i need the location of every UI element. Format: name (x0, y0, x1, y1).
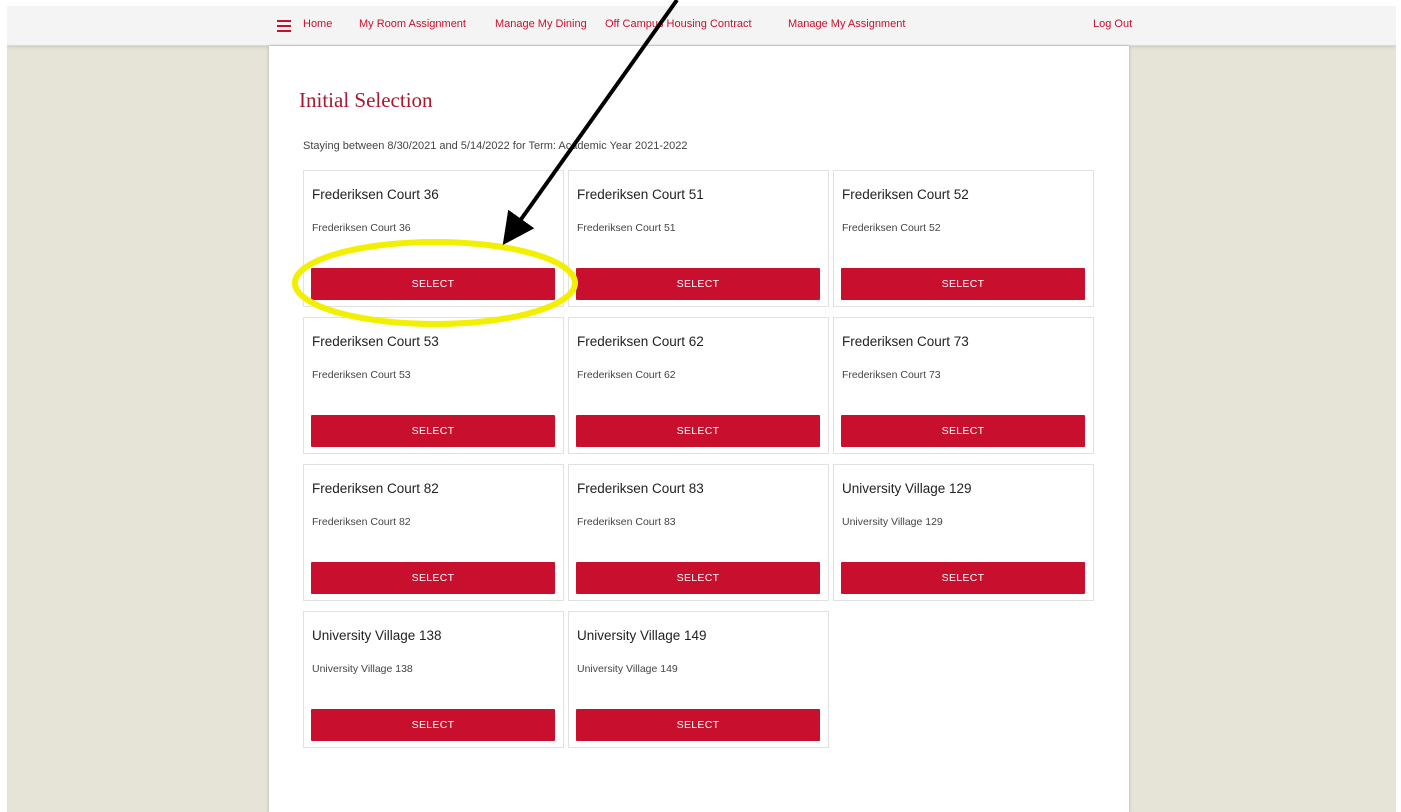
room-title: Frederiksen Court 51 (577, 187, 704, 202)
select-button[interactable]: SELECT (576, 268, 820, 300)
select-button[interactable]: SELECT (576, 415, 820, 447)
room-card: Frederiksen Court 82 Frederiksen Court 8… (303, 464, 564, 601)
content-panel: Initial Selection Staying between 8/30/2… (269, 46, 1129, 812)
room-subtitle: Frederiksen Court 73 (842, 369, 941, 381)
room-title: Frederiksen Court 36 (312, 187, 439, 202)
select-button[interactable]: SELECT (311, 415, 555, 447)
room-card: Frederiksen Court 83 Frederiksen Court 8… (568, 464, 829, 601)
browser-viewport: Home My Room Assignment Manage My Dining… (7, 6, 1396, 812)
nav-home-link[interactable]: Home (303, 18, 332, 30)
room-card: Frederiksen Court 52 Frederiksen Court 5… (833, 170, 1094, 307)
room-card: Frederiksen Court 73 Frederiksen Court 7… (833, 317, 1094, 454)
select-button[interactable]: SELECT (311, 562, 555, 594)
room-title: University Village 149 (577, 628, 707, 643)
select-button[interactable]: SELECT (841, 268, 1085, 300)
room-subtitle: University Village 149 (577, 663, 678, 675)
logout-link[interactable]: Log Out (1093, 18, 1132, 30)
room-card: Frederiksen Court 51 Frederiksen Court 5… (568, 170, 829, 307)
room-subtitle: Frederiksen Court 82 (312, 516, 411, 528)
stay-dates-text: Staying between 8/30/2021 and 5/14/2022 … (303, 140, 688, 152)
select-button[interactable]: SELECT (576, 562, 820, 594)
room-title: Frederiksen Court 73 (842, 334, 969, 349)
room-title: University Village 138 (312, 628, 442, 643)
room-subtitle: Frederiksen Court 83 (577, 516, 676, 528)
hamburger-menu-icon[interactable] (277, 20, 291, 32)
page-title: Initial Selection (299, 88, 433, 112)
nav-off-campus-housing-contract-link[interactable]: Off Campus Housing Contract (605, 18, 752, 30)
select-button[interactable]: SELECT (841, 562, 1085, 594)
room-card: University Village 129 University Villag… (833, 464, 1094, 601)
room-title: Frederiksen Court 53 (312, 334, 439, 349)
nav-manage-my-assignment-link[interactable]: Manage My Assignment (788, 18, 905, 30)
room-title: Frederiksen Court 83 (577, 481, 704, 496)
room-subtitle: Frederiksen Court 36 (312, 222, 411, 234)
select-button[interactable]: SELECT (311, 268, 555, 300)
room-card: Frederiksen Court 62 Frederiksen Court 6… (568, 317, 829, 454)
room-title: University Village 129 (842, 481, 972, 496)
select-button[interactable]: SELECT (841, 415, 1085, 447)
room-subtitle: Frederiksen Court 62 (577, 369, 676, 381)
room-title: Frederiksen Court 52 (842, 187, 969, 202)
room-subtitle: Frederiksen Court 51 (577, 222, 676, 234)
room-subtitle: University Village 129 (842, 516, 943, 528)
room-title: Frederiksen Court 62 (577, 334, 704, 349)
room-card: University Village 149 University Villag… (568, 611, 829, 748)
nav-manage-my-dining-link[interactable]: Manage My Dining (495, 18, 587, 30)
nav-my-room-assignment-link[interactable]: My Room Assignment (359, 18, 466, 30)
top-navbar: Home My Room Assignment Manage My Dining… (7, 6, 1396, 46)
room-grid: Frederiksen Court 36 Frederiksen Court 3… (303, 170, 1095, 750)
room-card: University Village 138 University Villag… (303, 611, 564, 748)
select-button[interactable]: SELECT (311, 709, 555, 741)
select-button[interactable]: SELECT (576, 709, 820, 741)
room-subtitle: University Village 138 (312, 663, 413, 675)
room-subtitle: Frederiksen Court 53 (312, 369, 411, 381)
room-card: Frederiksen Court 53 Frederiksen Court 5… (303, 317, 564, 454)
room-subtitle: Frederiksen Court 52 (842, 222, 941, 234)
room-card: Frederiksen Court 36 Frederiksen Court 3… (303, 170, 564, 307)
room-title: Frederiksen Court 82 (312, 481, 439, 496)
